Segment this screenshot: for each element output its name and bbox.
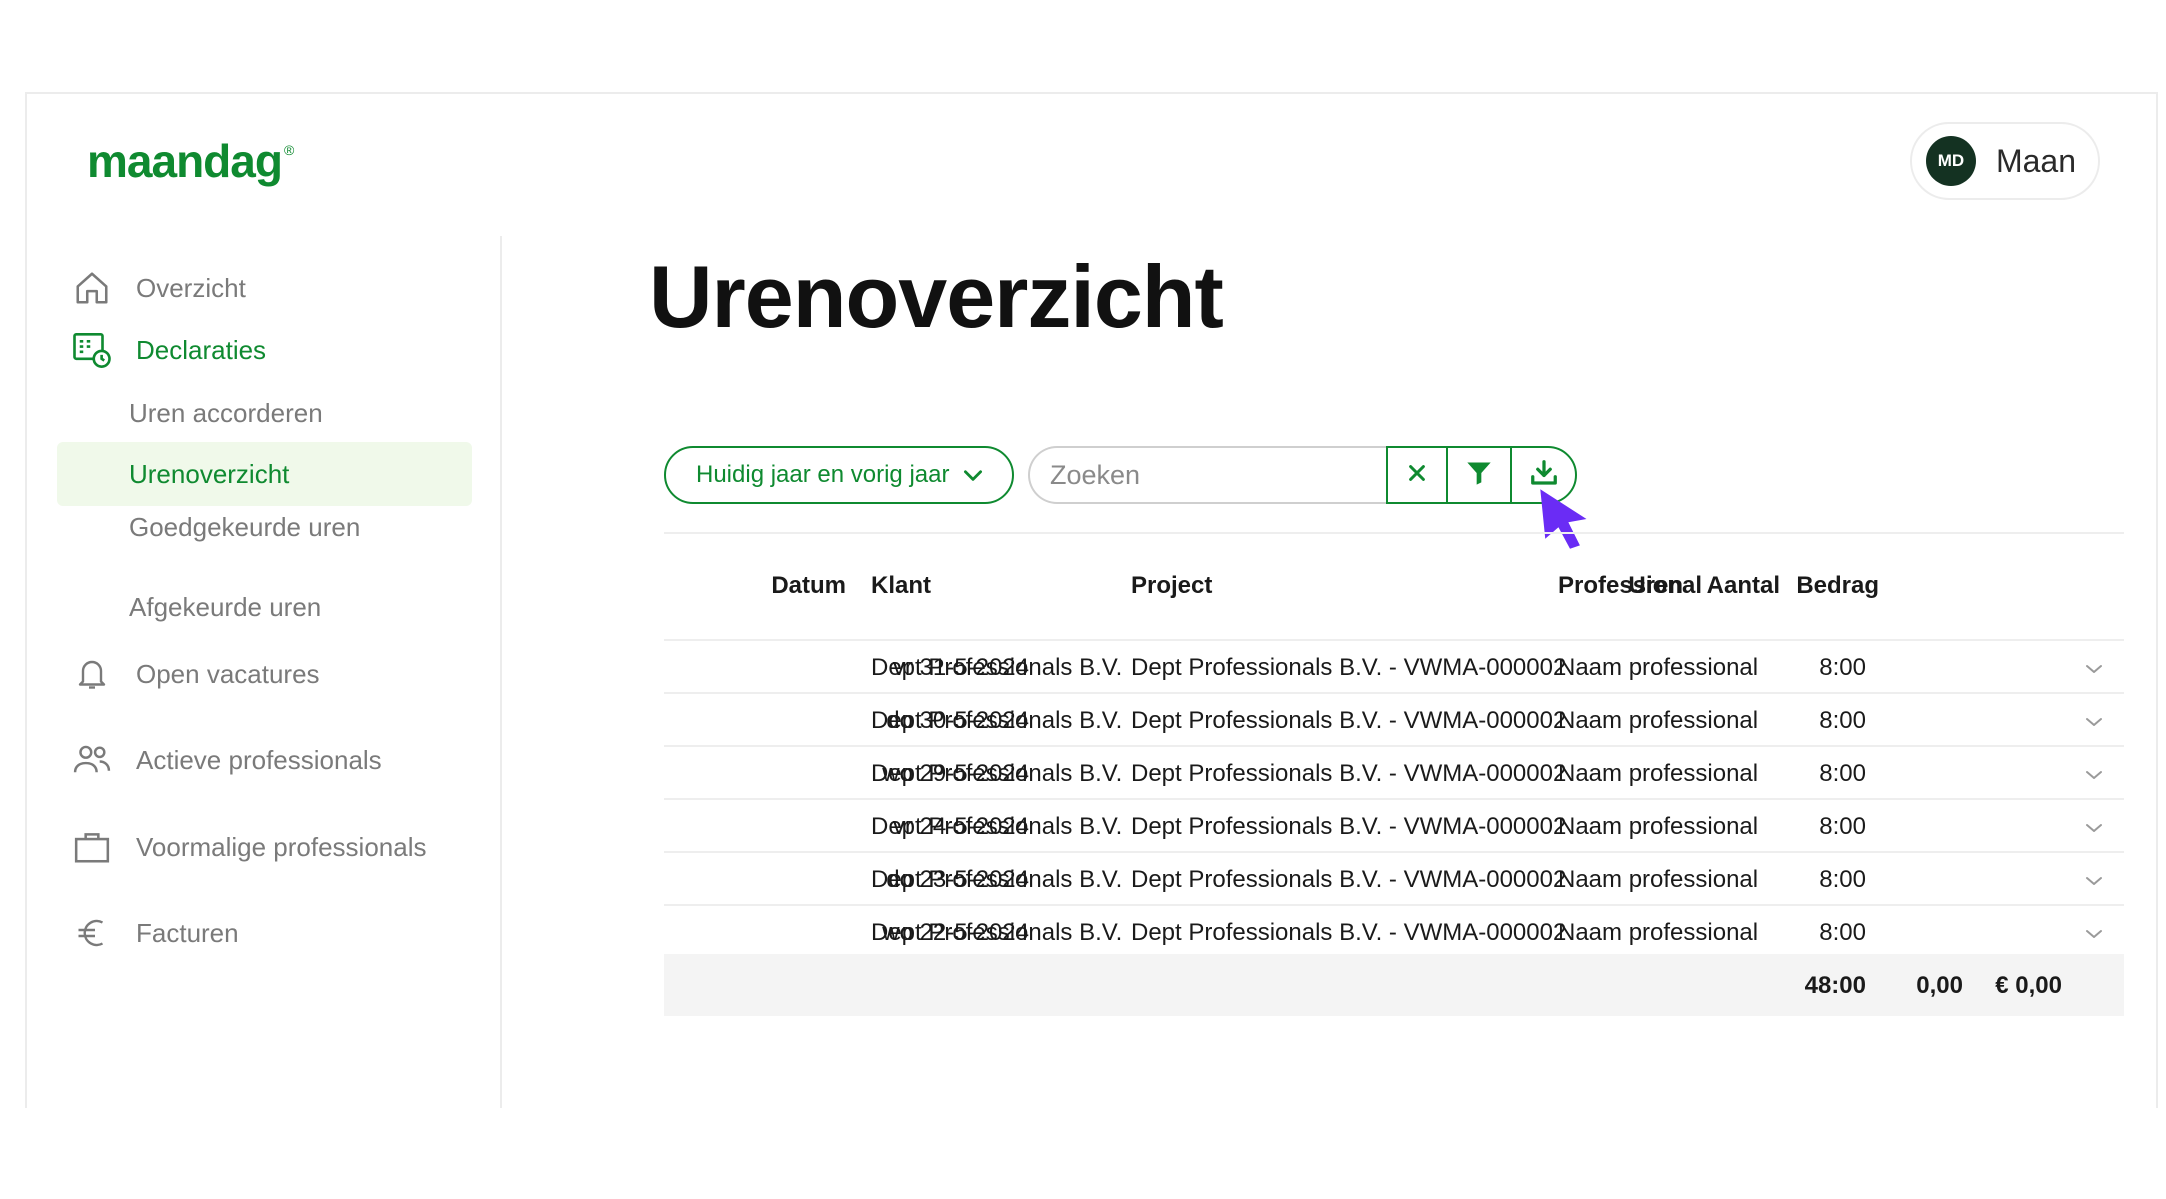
sidebar-item-open-vacatures[interactable]: Open vacatures — [70, 649, 320, 699]
column-header-aantal[interactable]: Aantal — [1707, 572, 1780, 600]
sidebar-item-label: Open vacatures — [136, 658, 320, 689]
user-menu-button[interactable]: MD Maan — [1909, 122, 2100, 200]
period-select[interactable]: Huidig jaar en vorig jaar — [664, 446, 1014, 504]
cell-professional: Naam professional — [1558, 919, 1759, 946]
mouse-cursor-icon — [1537, 486, 1603, 557]
cell-project: Dept Professionals B.V. - VWMA-000002 — [1131, 707, 1567, 734]
cell-uren: 8:00 — [1819, 760, 1866, 787]
column-header-klant[interactable]: Klant — [871, 572, 931, 600]
totals-row: 48:00 0,00 € 0,00 — [664, 954, 2124, 1016]
users-icon — [70, 738, 114, 782]
expand-row-chevron-icon[interactable] — [2082, 710, 2106, 741]
declarations-icon — [70, 328, 114, 372]
expand-row-chevron-icon[interactable] — [2082, 763, 2106, 794]
sidebar-subitem-goedgekeurde-uren[interactable]: Goedgekeurde uren — [129, 512, 360, 543]
cell-project: Dept Professionals B.V. - VWMA-000002 — [1131, 866, 1567, 893]
sidebar-subitem-label: Urenoverzicht — [129, 459, 290, 489]
column-header-uren[interactable]: Uren — [1628, 572, 1683, 600]
total-bedrag: € 0,00 — [1995, 972, 2062, 999]
table-row[interactable]: do 23-5-2024 Dept Professionals B.V. Dep… — [664, 853, 2124, 906]
cell-professional: Naam professional — [1558, 866, 1759, 893]
sidebar-item-actieve-professionals[interactable]: Actieve professionals — [70, 735, 382, 785]
cell-professional: Naam professional — [1558, 707, 1759, 734]
cell-klant: Dept Professionals B.V. — [871, 919, 1123, 946]
sidebar-item-overzicht[interactable]: Overzicht — [70, 263, 246, 313]
sidebar-item-facturen[interactable]: Facturen — [70, 908, 239, 958]
cell-uren: 8:00 — [1819, 919, 1866, 946]
sidebar-subitem-uren-accorderen[interactable]: Uren accorderen — [129, 398, 323, 429]
sidebar-subitem-afgekeurde-uren[interactable]: Afgekeurde uren — [129, 592, 321, 623]
chevron-down-icon — [960, 462, 986, 493]
sidebar-item-label: Facturen — [136, 917, 239, 948]
sidebar-item-voormalige-professionals[interactable]: Voormalige professionals — [70, 822, 427, 872]
sidebar-subitem-urenoverzicht[interactable]: Urenoverzicht — [57, 442, 472, 506]
clear-search-button[interactable] — [1386, 446, 1448, 504]
expand-row-chevron-icon[interactable] — [2082, 922, 2106, 953]
cell-professional: Naam professional — [1558, 760, 1759, 787]
period-select-value: Huidig jaar en vorig jaar — [696, 461, 950, 488]
sidebar-item-label: Declaraties — [136, 334, 267, 365]
expand-row-chevron-icon[interactable] — [2082, 816, 2106, 847]
cell-project: Dept Professionals B.V. - VWMA-000002 — [1131, 919, 1567, 946]
cell-klant: Dept Professionals B.V. — [871, 707, 1123, 734]
sidebar-item-label: Voormalige professionals — [136, 831, 427, 862]
bell-icon — [70, 652, 114, 696]
cell-project: Dept Professionals B.V. - VWMA-000002 — [1131, 760, 1567, 787]
total-aantal: 0,00 — [1916, 972, 1963, 999]
cell-uren: 8:00 — [1819, 813, 1866, 840]
sidebar-item-label: Overzicht — [136, 272, 246, 303]
sidebar-item-declaraties[interactable]: Declaraties — [70, 325, 266, 375]
column-header-datum[interactable]: Datum — [771, 572, 846, 600]
search-input[interactable] — [1028, 446, 1386, 504]
column-header-project[interactable]: Project — [1131, 572, 1212, 600]
divider — [664, 532, 2124, 534]
cell-uren: 8:00 — [1819, 707, 1866, 734]
avatar: MD — [1925, 136, 1976, 186]
cell-uren: 8:00 — [1819, 654, 1866, 681]
cell-project: Dept Professionals B.V. - VWMA-000002 — [1131, 654, 1567, 681]
home-icon — [70, 266, 114, 310]
page-title: Urenoverzicht — [649, 247, 1224, 346]
expand-row-chevron-icon[interactable] — [2082, 657, 2106, 688]
maandag-logo[interactable]: maandag ® — [87, 134, 294, 188]
sidebar-item-label: Actieve professionals — [136, 744, 382, 775]
total-uren: 48:00 — [1804, 972, 1866, 999]
table-row[interactable]: do 30-5-2024 Dept Professionals B.V. Dep… — [664, 694, 2124, 747]
filter-button[interactable] — [1446, 446, 1512, 504]
column-header-bedrag[interactable]: Bedrag — [1796, 572, 1879, 600]
cell-klant: Dept Professionals B.V. — [871, 760, 1123, 787]
cell-klant: Dept Professionals B.V. — [871, 654, 1123, 681]
filter-icon — [1464, 459, 1494, 492]
cell-professional: Naam professional — [1558, 654, 1759, 681]
table-row[interactable]: wo 22-5-2024 Dept Professionals B.V. Dep… — [664, 906, 2124, 959]
table-row[interactable]: wo 29-5-2024 Dept Professionals B.V. Dep… — [664, 747, 2124, 800]
cell-professional: Naam professional — [1558, 813, 1759, 840]
expand-row-chevron-icon[interactable] — [2082, 869, 2106, 900]
cell-project: Dept Professionals B.V. - VWMA-000002 — [1131, 813, 1567, 840]
cell-uren: 8:00 — [1819, 866, 1866, 893]
user-name: Maan — [1995, 142, 2076, 179]
cell-klant: Dept Professionals B.V. — [871, 813, 1123, 840]
cell-klant: Dept Professionals B.V. — [871, 866, 1123, 893]
close-icon — [1406, 462, 1428, 489]
table-row[interactable]: vr 24-5-2024 Dept Professionals B.V. Dep… — [664, 800, 2124, 853]
sidebar: Overzicht Declaraties Uren accorderen Ur… — [27, 236, 502, 1108]
briefcase-icon — [70, 825, 114, 869]
euro-icon — [70, 911, 114, 955]
app-window: maandag ® MD Maan Overzicht Declaraties U… — [25, 92, 2158, 1108]
table-row[interactable]: vr 31-5-2024 Dept Professionals B.V. Dep… — [664, 641, 2124, 694]
